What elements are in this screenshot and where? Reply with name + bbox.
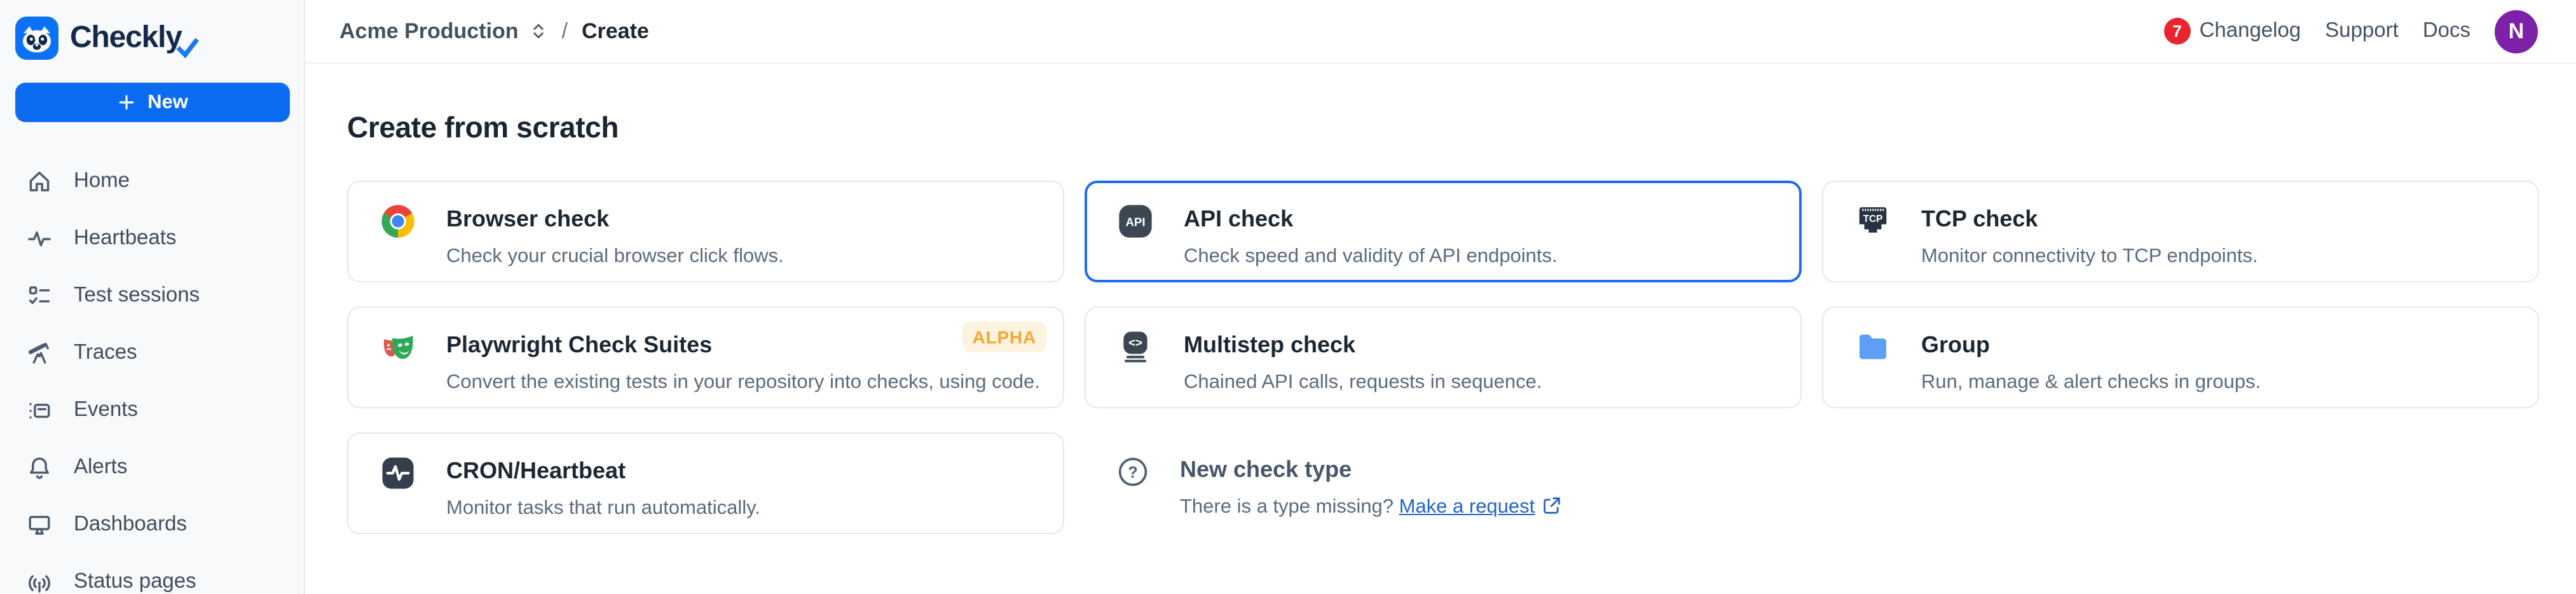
monitor-icon (29, 515, 50, 534)
card-title: CRON/Heartbeat (446, 458, 626, 483)
tcp-icon: TCP (1859, 207, 1887, 233)
card-description: Check speed and validity of API endpoint… (1184, 245, 1558, 267)
breadcrumb: Acme Production / Create (339, 18, 649, 44)
card-cron-heartbeat[interactable]: CRON/Heartbeat Monitor tasks that run au… (347, 432, 1064, 534)
missing-type-question: There is a type missing? (1180, 496, 1399, 518)
card-playwright-check-suites[interactable]: Playwright Check Suites Convert the exis… (347, 307, 1064, 408)
card-api-check[interactable]: API API check Check speed and validity o… (1085, 181, 1802, 282)
card-title: Browser check (446, 206, 610, 231)
topbar: Acme Production / Create 7 Changelog Sup… (305, 0, 2576, 64)
card-description: Monitor tasks that run automatically. (446, 497, 760, 519)
sidebar-item-label: Test sessions (74, 284, 200, 307)
workspace-name: Acme Production (339, 18, 519, 43)
svg-text:TCP: TCP (1863, 214, 1883, 224)
card-group[interactable]: Group Run, manage & alert checks in grou… (1822, 307, 2539, 408)
card-title: TCP check (1921, 206, 2038, 231)
changelog-count-badge: 7 (2163, 18, 2191, 45)
card-title: Multistep check (1184, 332, 1356, 357)
card-title: Group (1921, 332, 1990, 357)
sidebar-item-label: Dashboards (74, 513, 187, 535)
new-check-type-description: There is a type missing? Make a request (1180, 494, 1563, 521)
svg-text:API: API (1125, 216, 1145, 229)
docs-link[interactable]: Docs (2423, 19, 2470, 43)
checkly-raccoon-icon (15, 17, 58, 60)
new-check-type-block: ? New check type There is a type missing… (1085, 432, 1802, 534)
card-tcp-check[interactable]: TCP TCP check Monitor connectivity to TC… (1822, 181, 2539, 282)
broadcast-icon (29, 574, 50, 592)
checkly-logo[interactable]: Checkly (0, 0, 304, 64)
card-title: Playwright Check Suites (446, 332, 713, 357)
sidebar-item-label: Heartbeats (74, 226, 177, 249)
sidebar-item-heartbeats[interactable]: Heartbeats (0, 210, 304, 267)
sidebar-item-home[interactable]: Home (0, 153, 304, 210)
make-a-request-link[interactable]: Make a request (1399, 496, 1535, 518)
alpha-badge: ALPHA (962, 322, 1046, 352)
checklist-icon (29, 286, 50, 304)
main-area: Acme Production / Create 7 Changelog Sup… (305, 0, 2576, 594)
topbar-right: 7 Changelog Support Docs N (2163, 10, 2538, 53)
sidebar-item-status-pages[interactable]: Status pages (0, 553, 304, 594)
breadcrumb-separator: / (561, 18, 568, 43)
checkly-wordmark: Checkly (70, 20, 182, 55)
card-browser-check[interactable]: Browser check Check your crucial browser… (347, 181, 1064, 282)
api-icon: API (1119, 205, 1152, 238)
sidebar-nav: Home Heartbeats Test sessions Traces Eve… (0, 153, 304, 594)
checkly-checkmark-icon (176, 37, 199, 58)
new-button[interactable]: New (15, 83, 290, 122)
page-title: Create from scratch (347, 111, 619, 144)
card-description: Convert the existing tests in your repos… (446, 371, 1040, 393)
new-check-type-title: New check type (1180, 457, 1352, 482)
card-description: Run, manage & alert checks in groups. (1921, 371, 2261, 393)
content: Create from scratch Browser check Check … (305, 64, 2576, 534)
sidebar-item-traces[interactable]: Traces (0, 324, 304, 382)
support-link[interactable]: Support (2325, 19, 2399, 43)
plus-icon (119, 95, 134, 110)
sidebar-item-alerts[interactable]: Alerts (0, 439, 304, 496)
svg-text:<>: <> (1128, 336, 1142, 349)
workspace-selector[interactable]: Acme Production (339, 18, 548, 44)
cron-heartbeat-icon (382, 457, 414, 489)
sidebar-item-label: Home (74, 169, 130, 192)
sidebar-item-label: Events (74, 398, 138, 421)
sidebar-item-label: Traces (74, 341, 137, 364)
home-icon (29, 170, 50, 191)
check-type-grid: Browser check Check your crucial browser… (347, 181, 2539, 534)
group-folder-icon (1860, 335, 1886, 359)
multistep-code-icon: <> (1123, 331, 1148, 363)
chevron-up-down-icon (533, 24, 544, 39)
avatar[interactable]: N (2495, 10, 2538, 53)
bell-icon (30, 457, 49, 479)
sidebar-item-label: Status pages (74, 570, 196, 593)
sidebar-item-events[interactable]: Events (0, 382, 304, 439)
changelog-label: Changelog (2199, 19, 2301, 42)
card-title: API check (1184, 206, 1294, 231)
playwright-masks-icon (383, 335, 413, 359)
sidebar-item-dashboards[interactable]: Dashboards (0, 496, 304, 553)
card-description: Chained API calls, requests in sequence. (1184, 371, 1542, 393)
card-description: Monitor connectivity to TCP endpoints. (1921, 245, 2258, 267)
new-button-label: New (147, 91, 188, 113)
card-description: Check your crucial browser click flows. (446, 245, 784, 267)
card-multistep-check[interactable]: <> Multistep check Chained API calls, re… (1085, 307, 1802, 408)
sidebar-item-label: Alerts (74, 455, 128, 478)
sidebar-item-test-sessions[interactable]: Test sessions (0, 267, 304, 324)
breadcrumb-page: Create (581, 18, 649, 43)
external-link-icon (1544, 497, 1561, 514)
chrome-icon (381, 205, 414, 238)
events-list-icon (29, 402, 50, 418)
app-root: Checkly New Home Heartbeats Test session… (0, 0, 2576, 594)
changelog-link[interactable]: 7 Changelog (2163, 18, 2301, 45)
telescope-icon (28, 342, 49, 363)
heartbeat-icon (28, 230, 51, 246)
question-circle-icon: ? (1118, 457, 1148, 487)
sidebar: Checkly New Home Heartbeats Test session… (0, 0, 305, 594)
svg-text:?: ? (1128, 464, 1137, 481)
